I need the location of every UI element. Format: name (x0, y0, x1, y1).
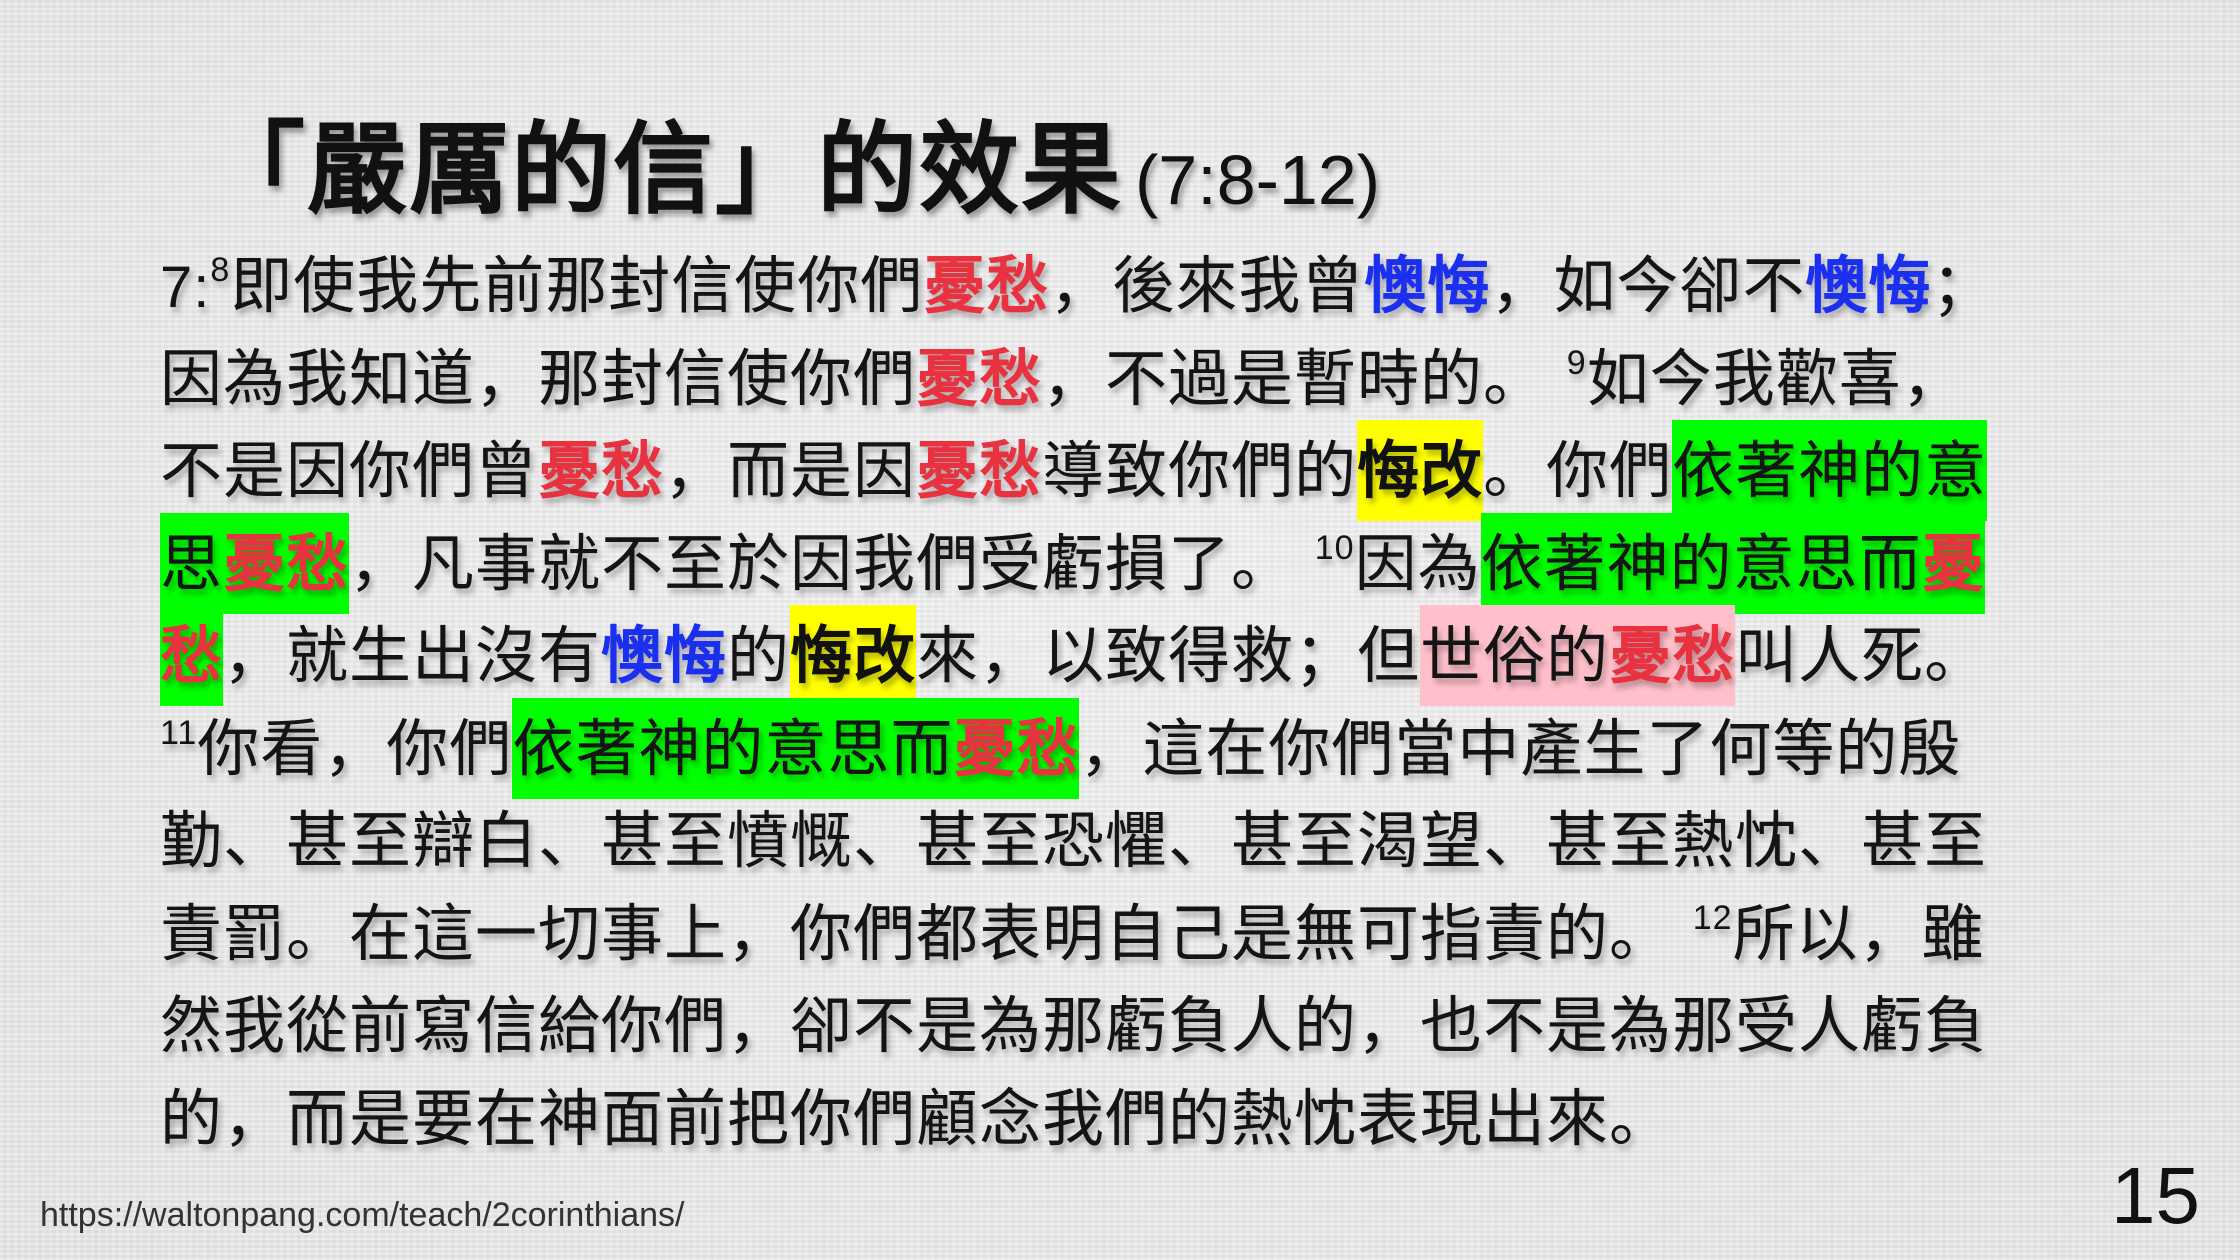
passage-line-2: 因為我知道，那封信使你們憂愁，不過是暫時的。 9如今我歡喜， (160, 333, 2060, 426)
text-span: 的 (727, 619, 791, 692)
text-span: ，凡事就不至於因我們受虧損了。 (349, 526, 1295, 600)
text-span: ，不過是暫時的。 (1042, 341, 1547, 415)
passage-line-9: 然我從前寫信給你們，卻不是為那虧負人的，也不是為那受人虧負 (160, 989, 1988, 1062)
text-span: ； (1931, 249, 1995, 322)
title-text: 「嚴厲的信」的效果 (205, 111, 1123, 228)
passage-line-7: 勤、甚至辯白、甚至憤慨、甚至恐懼、甚至渴望、甚至熱忱、甚至 (160, 804, 1988, 877)
highlight-godly: 依著神的意思而 (1480, 512, 1922, 614)
text-span: 叫人死。 (1735, 619, 1988, 692)
text-span: 。你們 (1483, 434, 1673, 507)
keyword-sorrow: 憂愁 (1609, 605, 1736, 706)
text-span: ，後來我曾 (1049, 249, 1365, 322)
text-span: 來，以致得救；但 (916, 619, 1421, 692)
text-span: 即使我先前那封信使你們 (230, 249, 924, 322)
passage-line-10: 的，而是要在神面前把你們顧念我們的熱忱表現出來。 (160, 1081, 1673, 1155)
text-span: ，就生出沒有 (223, 619, 602, 692)
passage-line-8: 責罰。在這一切事上，你們都表明自己是無可指責的。 12所以，雖 (160, 888, 2060, 981)
text-span: 責罰。在這一切事上，你們都表明自己是無可指責的。 (160, 896, 1673, 970)
highlight-godly: 依著神的意思而 (512, 697, 954, 799)
verse-number: 10 (1314, 528, 1355, 567)
keyword-sorrow: 憂愁 (953, 697, 1080, 799)
source-url: https://waltonpang.com/teach/2corinthian… (40, 1196, 685, 1234)
verse-number: 9 (1566, 343, 1587, 382)
keyword-sorrow: 憂 (1921, 512, 1985, 614)
verse-number: 8 (210, 251, 231, 289)
text-span: 不是因你們曾 (160, 434, 539, 507)
keyword-sorrow: 憂愁 (223, 512, 350, 614)
text-span: 你看，你們 (197, 711, 513, 785)
text-span: 因為 (1354, 526, 1481, 600)
keyword-regret: 懊悔 (601, 619, 728, 692)
text-span: 所以，雖 (1732, 896, 1985, 970)
keyword-regret: 懊悔 (1364, 249, 1491, 322)
keyword-sorrow: 憂愁 (538, 434, 665, 507)
verse-number: 12 (1692, 898, 1733, 937)
keyword-sorrow: 憂愁 (916, 341, 1043, 415)
passage-line-3: 不是因你們曾憂愁，而是因憂愁導致你們的悔改。你們依著神的意 (160, 420, 2060, 521)
passage-line-4: 思憂愁，凡事就不至於因我們受虧損了。 10因為依著神的意思而憂 (160, 512, 2060, 614)
text-span: ，這在你們當中產生了何等的殷 (1079, 711, 1962, 785)
page-number: 15 (2111, 1151, 2200, 1240)
verse-number: 11 (160, 713, 198, 752)
keyword-sorrow: 憂愁 (923, 249, 1050, 322)
title-reference: (7:8-12) (1135, 141, 1381, 219)
highlight-godly: 思 (160, 512, 224, 614)
keyword-sorrow: 愁 (160, 605, 224, 706)
slide-title: 「嚴厲的信」的效果 (7:8-12) (205, 88, 1381, 228)
passage-line-1: 7:8即使我先前那封信使你們憂愁，後來我曾懊悔，如今卻不懊悔； (160, 240, 2060, 333)
passage-line-5: 愁，就生出沒有懊悔的悔改來，以致得救；但世俗的憂愁叫人死。 (160, 605, 2060, 706)
passage-line-6: 11你看，你們依著神的意思而憂愁，這在你們當中產生了何等的殷 (160, 697, 2060, 799)
text-span: ，如今卻不 (1490, 249, 1806, 322)
text-span: 導致你們的 (1042, 434, 1358, 507)
keyword-regret: 懊悔 (1805, 249, 1932, 322)
scripture-passage: 7:8即使我先前那封信使你們憂愁，後來我曾懊悔，如今卻不懊悔； 因為我知道，那封… (160, 240, 2060, 1165)
highlight-worldly: 世俗的 (1420, 605, 1610, 706)
keyword-repentance: 悔改 (1357, 420, 1484, 521)
text-span: 如今我歡喜， (1586, 341, 1965, 415)
text-span: 因為我知道，那封信使你們 (160, 341, 917, 415)
highlight-godly: 依著神的意 (1672, 420, 1988, 521)
chapter-ref: 7: (160, 255, 211, 320)
keyword-sorrow: 憂愁 (916, 434, 1043, 507)
keyword-repentance: 悔改 (790, 605, 917, 706)
text-span: ，而是因 (664, 434, 917, 507)
